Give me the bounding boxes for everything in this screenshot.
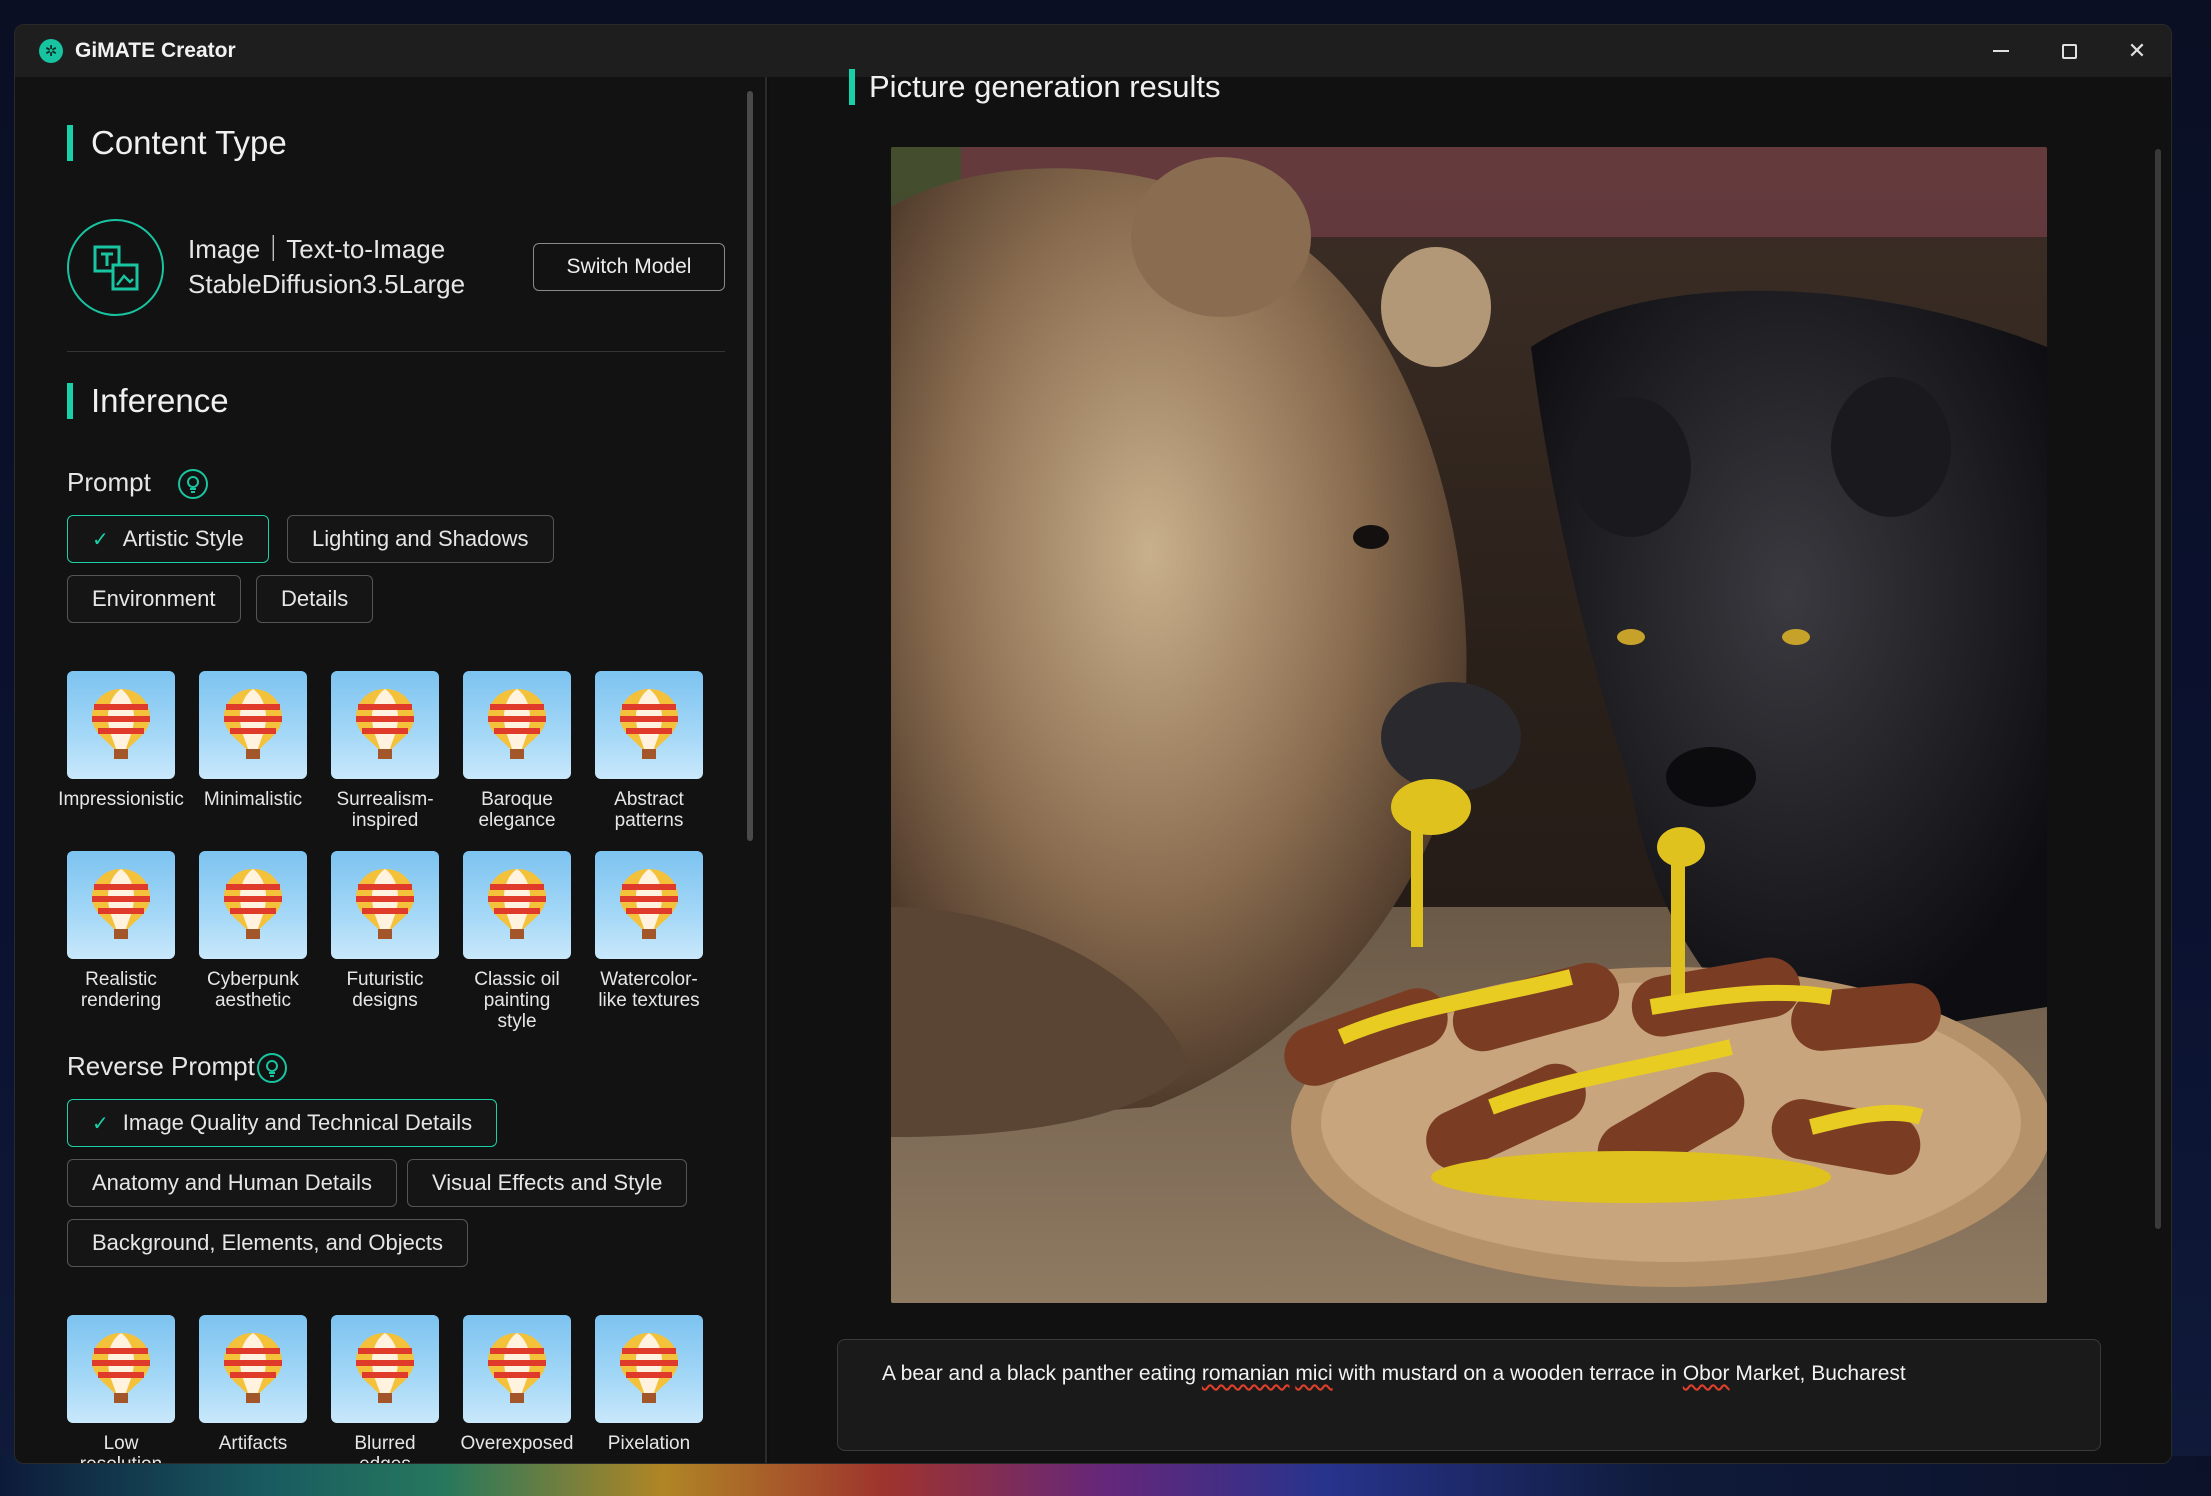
style-tile[interactable]: Artifacts — [199, 1315, 307, 1454]
gimate-logo-icon: ✲ — [39, 39, 63, 63]
content-type-heading: Content Type — [67, 125, 287, 161]
app-window: ✲ GiMATE Creator ✕ Content Type Image｜Te… — [14, 24, 2172, 1464]
style-tile[interactable]: Pixelation — [595, 1315, 703, 1454]
chip-label: Image Quality and Technical Details — [122, 1110, 473, 1135]
check-icon: ✓ — [92, 528, 109, 551]
hot-air-balloon-icon — [595, 1315, 703, 1423]
chip-background-elements[interactable]: Background, Elements, and Objects — [67, 1219, 468, 1267]
hot-air-balloon-icon — [199, 851, 307, 959]
chip-label: Details — [281, 586, 349, 611]
tile-label: Watercolor- like textures — [598, 969, 700, 1011]
text-to-image-icon — [67, 219, 164, 316]
section-divider — [67, 351, 725, 352]
chip-artistic-style[interactable]: ✓ Artistic Style — [67, 515, 269, 563]
check-icon: ✓ — [92, 1112, 109, 1135]
hot-air-balloon-icon — [595, 671, 703, 779]
style-tile[interactable]: Overexposed — [460, 1315, 574, 1454]
style-tile[interactable]: Surrealism- inspired — [331, 671, 439, 831]
inference-heading: Inference — [67, 383, 229, 419]
hot-air-balloon-icon — [463, 1315, 571, 1423]
style-tile[interactable]: Abstract patterns — [595, 671, 703, 831]
model-name: StableDiffusion3.5Large — [188, 269, 466, 299]
hot-air-balloon-icon — [331, 1315, 439, 1423]
results-panel: Picture generation results A bear and a … — [769, 69, 2171, 1463]
hot-air-balloon-icon — [199, 1315, 307, 1423]
prompt-text-part: with mustard on a wooden terrace in — [1332, 1362, 1683, 1385]
chip-label: Visual Effects and Style — [432, 1170, 663, 1195]
misspelled-word: romanian — [1201, 1362, 1290, 1385]
close-button[interactable]: ✕ — [2103, 25, 2171, 77]
close-icon: ✕ — [2127, 38, 2147, 63]
hot-air-balloon-icon — [595, 851, 703, 959]
settings-scrollbar[interactable] — [747, 91, 753, 841]
chip-label: Lighting and Shadows — [312, 526, 529, 551]
hot-air-balloon-icon — [463, 851, 571, 959]
style-tile[interactable]: Futuristic designs — [331, 851, 439, 1011]
chip-label: Background, Elements, and Objects — [92, 1230, 443, 1255]
misspelled-word: Obor — [1682, 1362, 1730, 1385]
misspelled-word: mici — [1295, 1362, 1333, 1385]
prompt-label: Prompt — [67, 467, 151, 497]
prompt-text-part: Market, Bucharest — [1729, 1362, 1906, 1385]
window-controls: ✕ — [1967, 25, 2171, 77]
results-heading: Picture generation results — [849, 69, 1221, 105]
chip-details[interactable]: Details — [256, 575, 374, 623]
hot-air-balloon-icon — [67, 851, 175, 959]
minimize-icon — [1993, 50, 2009, 52]
chip-visual-effects[interactable]: Visual Effects and Style — [407, 1159, 688, 1207]
prompt-input[interactable]: A bear and a black panther eating romani… — [837, 1339, 2101, 1451]
reverse-prompt-label: Reverse Prompt — [67, 1051, 255, 1081]
chip-label: Artistic Style — [122, 526, 244, 551]
style-tile[interactable]: Baroque elegance — [463, 671, 571, 831]
chip-label: Anatomy and Human Details — [92, 1170, 373, 1195]
prompt-text-part: A bear and a black panther eating — [882, 1362, 1202, 1385]
maximize-icon — [2061, 43, 2077, 59]
hot-air-balloon-icon — [67, 671, 175, 779]
style-tile[interactable]: Impressionistic — [58, 671, 184, 810]
style-tile[interactable]: Watercolor- like textures — [595, 851, 703, 1011]
tile-label: Pixelation — [607, 1433, 691, 1454]
tile-label: Abstract patterns — [614, 789, 684, 831]
lightbulb-icon[interactable] — [257, 1053, 287, 1083]
style-tile[interactable]: Realistic rendering — [67, 851, 175, 1011]
style-tile[interactable]: Low resolution — [67, 1315, 175, 1463]
hot-air-balloon-icon — [331, 671, 439, 779]
hot-air-balloon-icon — [463, 671, 571, 779]
maximize-button[interactable] — [2035, 25, 2103, 77]
style-tile[interactable]: Minimalistic — [199, 671, 307, 810]
hot-air-balloon-icon — [331, 851, 439, 959]
chip-image-quality[interactable]: ✓ Image Quality and Technical Details — [67, 1099, 498, 1147]
results-scrollbar[interactable] — [2155, 149, 2161, 1229]
hot-air-balloon-icon — [67, 1315, 175, 1423]
lightbulb-icon[interactable] — [178, 469, 208, 499]
chip-anatomy[interactable]: Anatomy and Human Details — [67, 1159, 398, 1207]
app-title: GiMATE Creator — [75, 39, 236, 62]
hot-air-balloon-icon — [199, 671, 307, 779]
chip-lighting-and-shadows[interactable]: Lighting and Shadows — [287, 515, 554, 563]
style-tile[interactable]: Cyberpunk aesthetic — [199, 851, 307, 1011]
switch-model-button[interactable]: Switch Model — [533, 243, 725, 291]
style-tile[interactable]: Blurred edges — [331, 1315, 439, 1463]
style-tile[interactable]: Classic oil painting style — [463, 851, 571, 1032]
chip-label: Environment — [92, 586, 216, 611]
generated-image[interactable] — [891, 147, 2047, 1303]
chip-environment[interactable]: Environment — [67, 575, 241, 623]
minimize-button[interactable] — [1967, 25, 2035, 77]
settings-panel: Content Type Image｜Text-to-Image StableD… — [15, 77, 767, 1463]
model-mode: Image｜Text-to-Image — [188, 234, 446, 264]
